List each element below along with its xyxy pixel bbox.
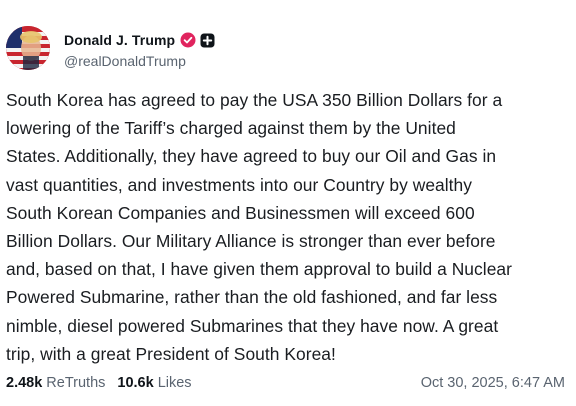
retruths-stat[interactable]: 2.48k ReTruths [6,375,105,391]
likes-count: 10.6k [117,375,154,391]
post-text: South Korea has agreed to pay the USA 35… [6,90,512,364]
avatar[interactable] [6,26,50,70]
post-header: Donald J. Trump @realDonaldTrump [6,26,215,70]
author-handle[interactable]: @realDonaldTrump [64,53,215,69]
post-footer: 2.48k ReTruths 10.6k Likes Oct 30, 2025,… [6,375,565,391]
post-card: Donald J. Trump @realDonaldTrump South K… [0,0,576,406]
name-row: Donald J. Trump [64,30,215,50]
retruths-label: ReTruths [46,375,106,391]
retruths-count: 2.48k [6,375,43,391]
author-identity: Donald J. Trump @realDonaldTrump [64,30,215,69]
post-timestamp[interactable]: Oct 30, 2025, 6:47 AM [421,375,565,391]
likes-stat[interactable]: 10.6k Likes [117,375,191,391]
verified-badge-icon [180,32,196,48]
likes-label: Likes [157,375,192,391]
author-display-name[interactable]: Donald J. Trump [64,32,175,48]
flag-portrait-icon [6,26,50,70]
plus-badge-icon [200,33,215,48]
